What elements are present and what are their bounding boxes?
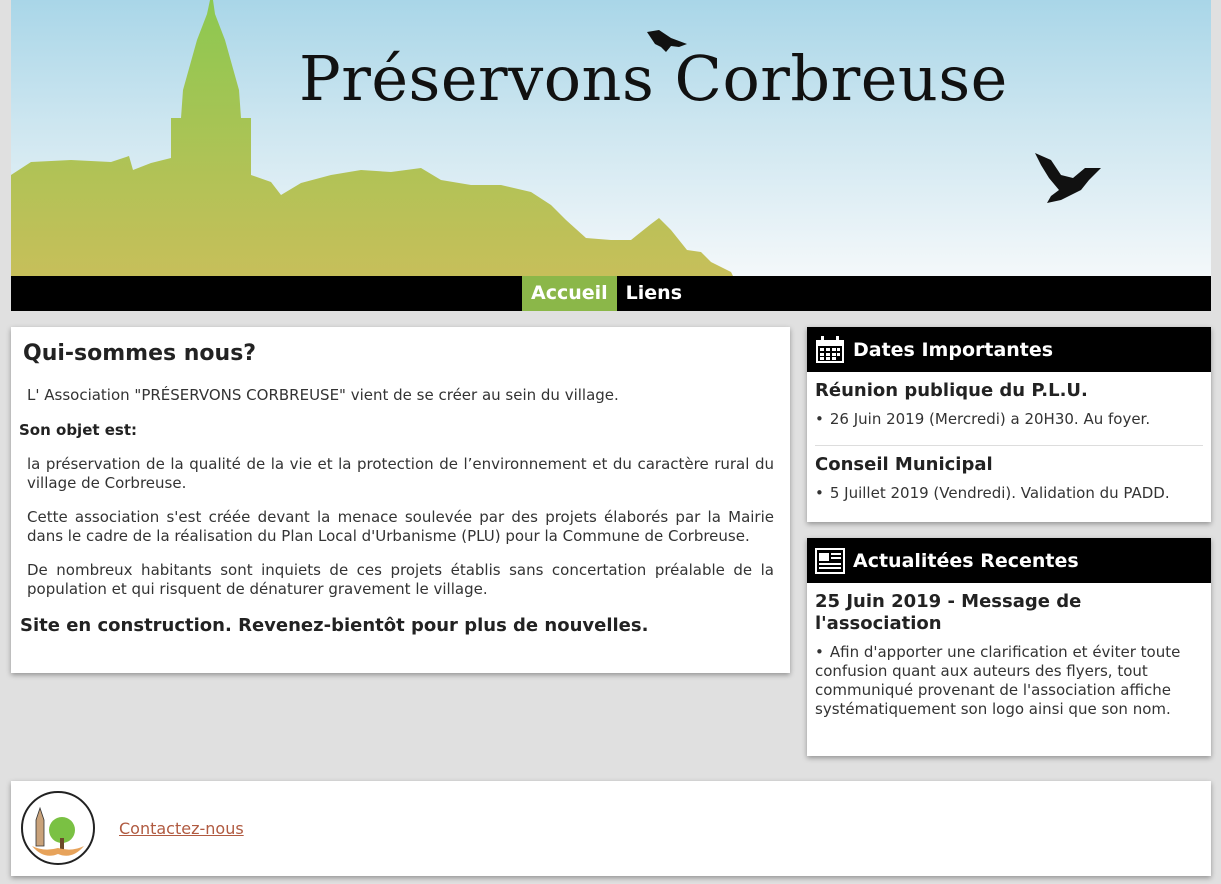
paragraph-inhabitants: De nombreux habitants sont inquiets de c… (27, 561, 774, 598)
dates-card-title: Dates Importantes (853, 338, 1054, 361)
page-heading: Qui-sommes nous? (23, 341, 257, 366)
event-title: Réunion publique du P.L.U. (815, 380, 1088, 401)
header-banner: Préservons Corbreuse (11, 0, 1211, 276)
calendar-icon (816, 335, 844, 363)
news-card-header: Actualitées Recentes (807, 538, 1211, 583)
nav-item-liens[interactable]: Liens (617, 276, 691, 311)
newspaper-icon (815, 547, 845, 574)
event-title: Conseil Municipal (815, 454, 993, 475)
construction-notice: Site en construction. Revenez-bientôt po… (20, 615, 649, 636)
event-detail: 5 Juillet 2019 (Vendredi). Validation du… (815, 484, 1203, 503)
main-content-panel: Qui-sommes nous? L' Association "PRÉSERV… (11, 327, 790, 673)
paragraph-menace: Cette association s'est créée devant la … (27, 508, 774, 545)
nav-item-accueil[interactable]: Accueil (522, 276, 617, 311)
footer: Contactez-nous (11, 781, 1211, 876)
paragraph-object: la préservation de la qualité de la vie … (27, 455, 774, 492)
news-card-title: Actualitées Recentes (853, 549, 1079, 572)
news-item-title: 25 Juin 2019 - Message de l'association (815, 591, 1082, 634)
divider (815, 445, 1203, 446)
site-title: Préservons Corbreuse (299, 42, 1008, 115)
object-label: Son objet est: (19, 421, 138, 439)
event-detail: 26 Juin 2019 (Mercredi) a 20H30. Au foye… (815, 410, 1203, 429)
intro-text: L' Association "PRÉSERVONS CORBREUSE" vi… (27, 386, 619, 404)
association-logo (21, 791, 95, 865)
flying-crow-icon (1035, 153, 1101, 203)
news-item-text: Afin d'apporter une clarification et évi… (815, 643, 1203, 719)
dates-card: Dates Importantes Réunion publique du P.… (807, 327, 1211, 522)
news-card: Actualitées Recentes 25 Juin 2019 - Mess… (807, 538, 1211, 756)
dates-card-header: Dates Importantes (807, 327, 1211, 372)
main-navigation: Accueil Liens (11, 276, 1211, 311)
contact-link[interactable]: Contactez-nous (119, 819, 244, 838)
